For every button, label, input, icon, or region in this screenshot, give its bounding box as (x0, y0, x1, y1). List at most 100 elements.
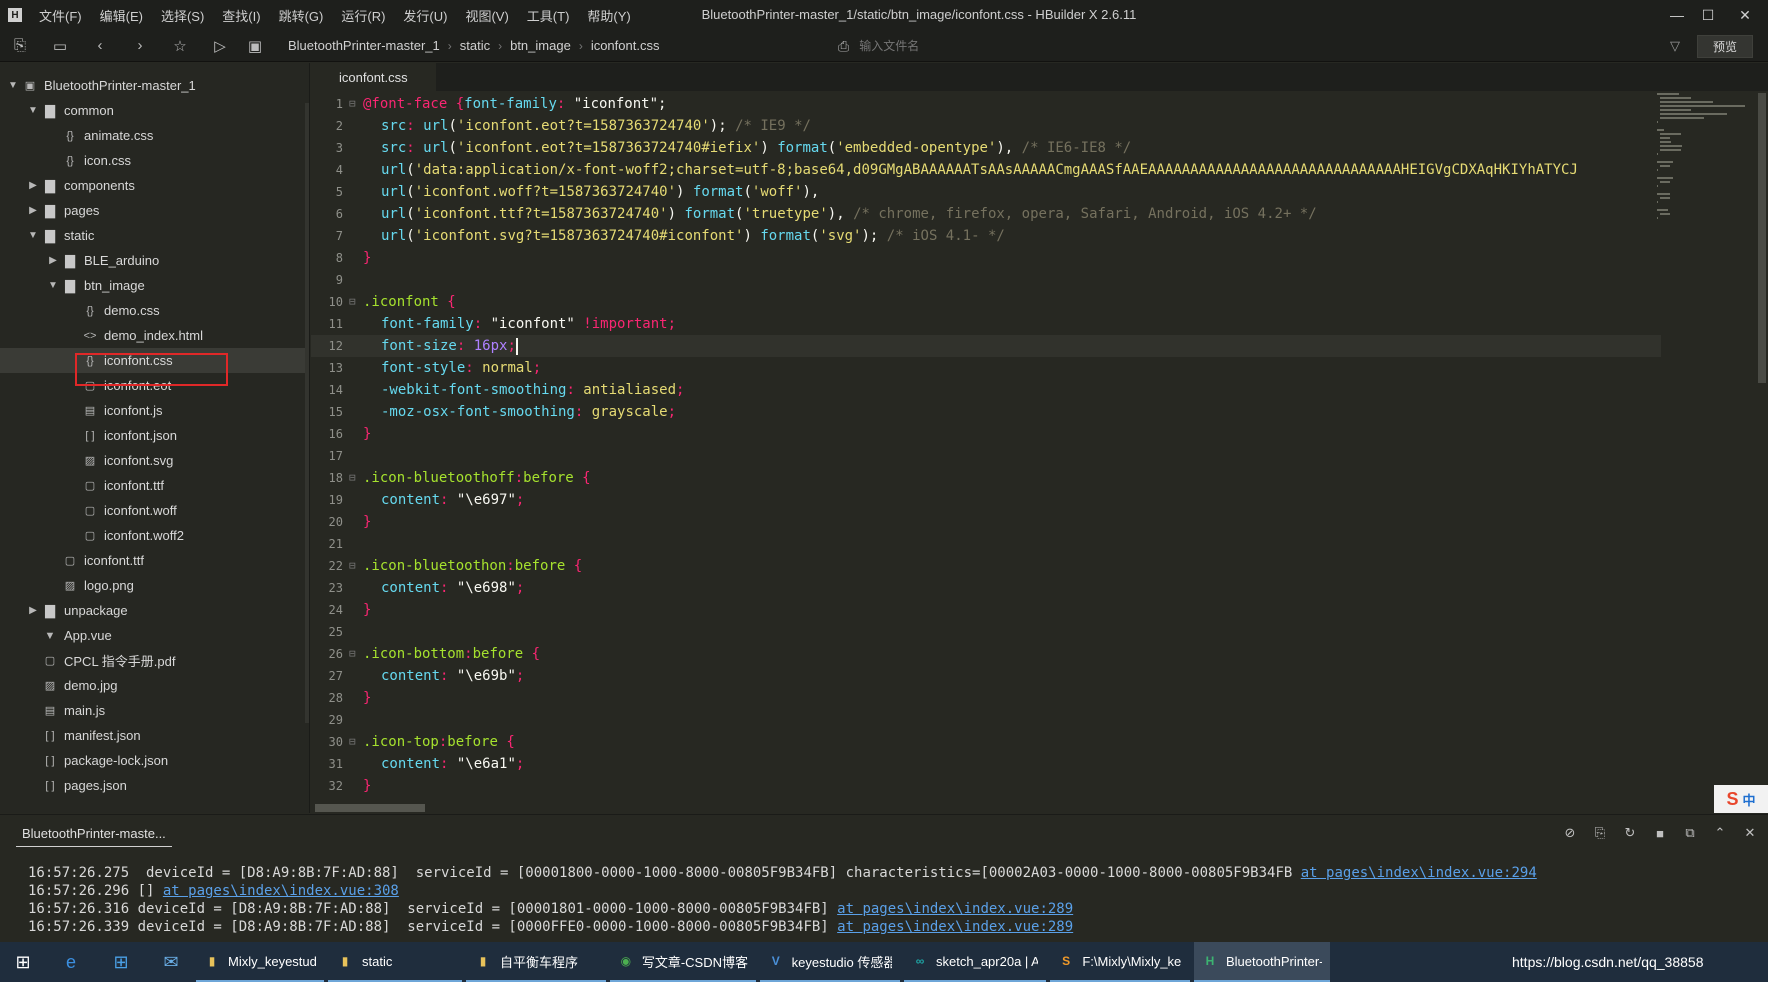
tree-item[interactable]: ▢ iconfont.ttf (0, 548, 306, 573)
menu-item[interactable]: 运行(R) (332, 6, 394, 25)
tree-item[interactable]: [ ] manifest.json (0, 723, 306, 748)
taskbar-app-button[interactable]: ▮ static (328, 942, 462, 982)
tree-item[interactable]: ▢ iconfont.woff2 (0, 523, 306, 548)
tab-iconfont-css[interactable]: iconfont.css (311, 63, 436, 91)
breadcrumb-item[interactable]: BluetoothPrinter-master_1 (280, 38, 448, 53)
taskbar-app-button[interactable]: Vkeyestudio 传感器... (760, 942, 900, 982)
tree-item[interactable]: ▼ ▇ btn_image (0, 273, 306, 298)
back-icon[interactable]: ‹ (80, 30, 120, 62)
tree-item[interactable]: ▼ App.vue (0, 623, 306, 648)
tree-item[interactable]: ▶ ▇ pages (0, 198, 306, 223)
tree-item[interactable]: ▢ CPCL 指令手册.pdf (0, 648, 306, 673)
export-icon[interactable]: ⎘ (1585, 823, 1615, 843)
menu-item[interactable]: 视图(V) (456, 6, 517, 25)
chevron-down-icon[interactable]: ▼ (46, 280, 60, 291)
tree-item[interactable]: ▤ main.js (0, 698, 306, 723)
source-link[interactable]: at pages\index\index.vue:289 (837, 901, 1073, 917)
menu-item[interactable]: 查找(I) (213, 6, 269, 25)
taskbar-app-button[interactable]: ∞ sketch_apr20a | A... (904, 942, 1046, 982)
source-link[interactable]: at pages\index\index.vue:308 (163, 883, 399, 899)
tree-item[interactable]: <> demo_index.html (0, 323, 306, 348)
filter-icon[interactable]: ▽ (1660, 30, 1690, 62)
chevron-right-icon[interactable]: ▶ (46, 255, 60, 266)
stop-icon[interactable]: ■ (1645, 823, 1675, 843)
close-button[interactable]: ✕ (1722, 0, 1768, 30)
minimap[interactable] (1657, 93, 1755, 233)
code-area[interactable]: 1 ⊟ @font-face {font-family: "iconfont"; 2 s… (311, 93, 1661, 803)
close-console-icon[interactable]: ✕ (1735, 823, 1765, 843)
tree-item[interactable]: ▶ ▇ components (0, 173, 306, 198)
collapse-up-icon[interactable]: ⌃ (1705, 823, 1735, 843)
tree-item[interactable]: ▶ ▇ unpackage (0, 598, 306, 623)
chevron-right-icon[interactable]: ▶ (26, 180, 40, 191)
new-file-icon[interactable]: ⎘ (0, 30, 40, 62)
source-link[interactable]: at pages\index\index.vue:294 (1301, 865, 1537, 881)
console-tab[interactable]: BluetoothPrinter-maste... (16, 821, 172, 847)
source-link[interactable]: at pages\index\index.vue:289 (837, 919, 1073, 935)
chevron-right-icon[interactable]: ▶ (26, 605, 40, 616)
open-external-icon[interactable]: ⧉ (1675, 823, 1705, 843)
tree-item[interactable]: ▼ ▇ static (0, 223, 306, 248)
chevron-down-icon[interactable]: ▼ (6, 80, 20, 91)
minimap-line (1657, 217, 1658, 219)
menu-item[interactable]: 发行(U) (394, 6, 456, 25)
chevron-right-icon[interactable]: ▶ (26, 205, 40, 216)
menu-item[interactable]: 帮助(Y) (578, 6, 639, 25)
sidebar-scrollbar[interactable] (305, 103, 309, 723)
fold-toggle-icon[interactable]: ⊟ (349, 291, 356, 313)
ime-indicator[interactable]: S 中 (1714, 785, 1768, 813)
tree-item[interactable]: [ ] pages.json (0, 773, 306, 798)
fold-toggle-icon[interactable]: ⊟ (349, 731, 356, 753)
tree-item[interactable]: ▢ iconfont.ttf (0, 473, 306, 498)
tree-item[interactable]: ▼ ▣ BluetoothPrinter-master_1 (0, 73, 306, 98)
tree-item[interactable]: ▢ iconfont.eot (0, 373, 306, 398)
breadcrumb-item[interactable]: static (452, 38, 498, 53)
tree-item[interactable]: ▼ ▇ common (0, 98, 306, 123)
chevron-down-icon[interactable]: ▼ (26, 230, 40, 241)
forward-icon[interactable]: › (120, 30, 160, 62)
mail-icon[interactable]: ✉ (146, 942, 196, 982)
menu-item[interactable]: 选择(S) (152, 6, 213, 25)
fold-toggle-icon[interactable]: ⊟ (349, 467, 356, 489)
chevron-down-icon[interactable]: ▼ (26, 105, 40, 116)
breadcrumb-item[interactable]: iconfont.css (583, 38, 668, 53)
minimap-line (1660, 141, 1672, 143)
taskbar-app-button[interactable]: ▮ Mixly_keyestudio (196, 942, 324, 982)
edge-icon[interactable]: e (46, 942, 96, 982)
restart-icon[interactable]: ↻ (1615, 823, 1645, 843)
windows-start-icon[interactable]: ⊞ (0, 942, 46, 982)
taskbar-app-button[interactable]: ▮ 自平衡车程序 (466, 942, 606, 982)
fold-toggle-icon[interactable]: ⊟ (349, 93, 356, 115)
tree-item[interactable]: ▤ iconfont.js (0, 398, 306, 423)
preview-button[interactable]: 预览 (1697, 35, 1753, 58)
menu-item[interactable]: 工具(T) (518, 6, 579, 25)
tree-item[interactable]: [ ] iconfont.json (0, 423, 306, 448)
taskbar-app-button[interactable]: ◉ 写文章-CSDN博客 ... (610, 942, 756, 982)
tree-item[interactable]: ▨ logo.png (0, 573, 306, 598)
menu-item[interactable]: 跳转(G) (270, 6, 333, 25)
tree-item[interactable]: {} demo.css (0, 298, 306, 323)
clear-icon[interactable]: ⊘ (1555, 823, 1585, 843)
editor-horizontal-scrollbar[interactable] (315, 804, 425, 812)
fold-toggle-icon[interactable]: ⊟ (349, 555, 356, 577)
menu-item[interactable]: 编辑(E) (91, 6, 152, 25)
fold-toggle-icon[interactable]: ⊟ (349, 643, 356, 665)
tree-item[interactable]: {} animate.css (0, 123, 306, 148)
star-icon[interactable]: ☆ (160, 30, 200, 62)
editor-vertical-scrollbar[interactable] (1758, 93, 1766, 383)
breadcrumb-item[interactable]: btn_image (502, 38, 579, 53)
tree-item[interactable]: {} iconfont.css (0, 348, 306, 373)
save-icon[interactable]: ▭ (40, 30, 80, 62)
tree-item[interactable]: ▨ iconfont.svg (0, 448, 306, 473)
tree-item[interactable]: ▨ demo.jpg (0, 673, 306, 698)
taskbar-app-button[interactable]: H BluetoothPrinter-... (1194, 942, 1330, 982)
run-icon[interactable]: ▷ (200, 30, 240, 62)
tree-item[interactable]: {} icon.css (0, 148, 306, 173)
tree-item[interactable]: ▢ iconfont.woff (0, 498, 306, 523)
store-icon[interactable]: ⊞ (96, 942, 146, 982)
taskbar-app-button[interactable]: S F:\Mixly\Mixly_ke... (1050, 942, 1190, 982)
menu-item[interactable]: 文件(F) (30, 6, 91, 25)
file-search-input[interactable] (859, 39, 1160, 53)
tree-item[interactable]: [ ] package-lock.json (0, 748, 306, 773)
tree-item[interactable]: ▶ ▇ BLE_arduino (0, 248, 306, 273)
